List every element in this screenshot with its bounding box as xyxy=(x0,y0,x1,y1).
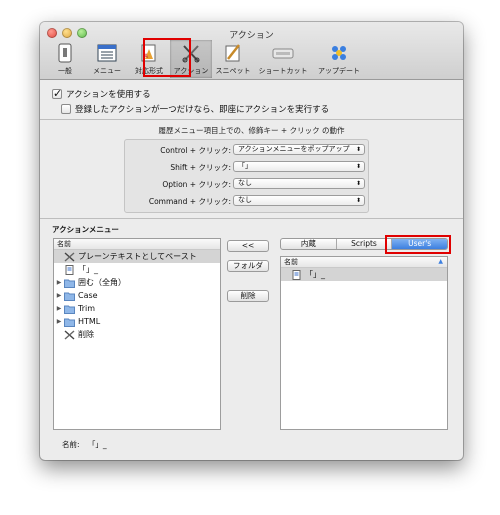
document-icon xyxy=(292,269,301,280)
popup-arrows-icon: ⬍ xyxy=(355,163,361,170)
list-item-label: 削除 xyxy=(78,330,94,339)
list-item-label: HTML xyxy=(78,317,101,326)
option-click-label: Option + クリック: xyxy=(162,180,231,189)
toolbar-item-update[interactable]: アップデート xyxy=(312,40,366,78)
list-item-label: 囲む（全角） xyxy=(78,278,126,287)
list-item[interactable]: ▶ 囲む（全角） xyxy=(54,276,220,289)
shift-click-popup[interactable]: 「」 ⬍ xyxy=(233,161,365,172)
toolbar-item-menu[interactable]: メニュー xyxy=(86,40,128,78)
name-value: 「」_ xyxy=(87,440,107,449)
toolbar-item-label: アクション xyxy=(173,67,209,75)
disclosure-triangle-icon[interactable]: ▶ xyxy=(54,318,64,325)
use-actions-checkbox[interactable] xyxy=(52,87,62,100)
list-item-label: Trim xyxy=(78,304,96,313)
execute-single-label: 登録したアクションが一つだけなら、即座にアクションを実行する xyxy=(75,105,330,115)
list-item-label: 「」_ xyxy=(305,270,325,279)
popup-value: アクションメニューをポップアップ xyxy=(238,145,350,153)
control-click-row: Control + クリック: アクションメニューをポップアップ ⬍ xyxy=(125,144,368,156)
snippets-icon xyxy=(225,44,240,62)
menu-icon xyxy=(97,44,117,62)
toolbar-item-label: アップデート xyxy=(318,67,360,75)
move-left-button[interactable]: << xyxy=(227,240,269,252)
shift-click-row: Shift + クリック: 「」 ⬍ xyxy=(125,161,368,173)
user-action-list[interactable]: 名前 ▲ 「」_ xyxy=(280,256,448,430)
command-click-popup[interactable]: なし ⬍ xyxy=(233,195,365,206)
toolbar-item-general[interactable]: 一般 xyxy=(44,40,86,78)
general-icon xyxy=(58,43,72,63)
source-segmented-control[interactable]: 内蔵 Scripts User's xyxy=(280,238,448,250)
action-source-list[interactable]: 名前 プレーンテキストとしてペースト 「」_ ▶ 囲む（全角） ▶ Case ▶… xyxy=(53,238,221,430)
preferences-window: アクション 一般 メニュー A 対応形式 アクション スニペット ショートカット… xyxy=(40,22,463,460)
list-item-label: 「」_ xyxy=(78,265,98,274)
control-click-label: Control + クリック: xyxy=(160,146,231,155)
divider xyxy=(40,119,463,120)
use-actions-label: アクションを使用する xyxy=(66,90,151,100)
list-item[interactable]: 「」_ xyxy=(281,268,447,281)
list-item[interactable]: ▶ Trim xyxy=(54,302,220,315)
toolbar-item-label: スニペット xyxy=(215,67,251,75)
update-icon xyxy=(332,46,346,60)
name-row: 名前: 「」_ xyxy=(62,439,107,450)
command-click-row: Command + クリック: なし ⬍ xyxy=(125,195,368,207)
divider xyxy=(40,218,463,219)
list-item[interactable]: 削除 xyxy=(54,328,220,341)
list-item-label: Case xyxy=(78,291,98,300)
toolbar-item-snippets[interactable]: スニペット xyxy=(212,40,254,78)
list-item[interactable]: 「」_ xyxy=(54,263,220,276)
segment-users[interactable]: User's xyxy=(392,239,447,249)
popup-arrows-icon: ⬍ xyxy=(355,146,361,153)
control-click-popup[interactable]: アクションメニューをポップアップ ⬍ xyxy=(233,144,365,155)
popup-value: なし xyxy=(238,179,252,187)
popup-value: なし xyxy=(238,196,252,204)
toolbar: 一般 メニュー A 対応形式 アクション スニペット ショートカット アップデー… xyxy=(44,40,366,78)
toolbar-item-label: ショートカット xyxy=(258,67,308,75)
execute-single-option[interactable]: 登録したアクションが一つだけなら、即座にアクションを実行する xyxy=(61,103,329,115)
toolbar-item-label: 一般 xyxy=(58,67,72,75)
use-actions-option[interactable]: アクションを使用する xyxy=(52,87,151,100)
segment-builtin[interactable]: 内蔵 xyxy=(281,239,337,249)
disclosure-triangle-icon[interactable]: ▶ xyxy=(54,305,64,312)
actions-icon xyxy=(182,45,200,63)
option-click-popup[interactable]: なし ⬍ xyxy=(233,178,365,189)
execute-single-checkbox[interactable] xyxy=(61,104,71,114)
folder-icon xyxy=(64,292,75,301)
modifiers-title: 履歴メニュー項目上での、修飾キー + クリック の動作 xyxy=(158,126,345,135)
folder-icon xyxy=(64,279,75,288)
popup-value: 「」 xyxy=(238,162,252,170)
segment-scripts[interactable]: Scripts xyxy=(337,239,393,249)
command-click-label: Command + クリック: xyxy=(148,197,231,206)
popup-arrows-icon: ⬍ xyxy=(355,180,361,187)
title-bar: アクション 一般 メニュー A 対応形式 アクション スニペット ショートカット… xyxy=(40,22,463,80)
modifier-click-group: Control + クリック: アクションメニューをポップアップ ⬍ Shift … xyxy=(124,139,369,213)
toolbar-item-label: メニュー xyxy=(93,67,121,75)
scissors-icon xyxy=(64,329,75,340)
name-label: 名前: xyxy=(62,440,80,449)
folder-icon xyxy=(64,318,75,327)
disclosure-triangle-icon[interactable]: ▶ xyxy=(54,279,64,286)
list-item[interactable]: プレーンテキストとしてペースト xyxy=(54,250,220,263)
delete-button[interactable]: 削除 xyxy=(227,290,269,302)
list-item[interactable]: ▶ HTML xyxy=(54,315,220,328)
toolbar-item-formats[interactable]: A 対応形式 xyxy=(128,40,170,78)
list-header-name[interactable]: 名前 xyxy=(54,239,220,250)
toolbar-item-actions[interactable]: アクション xyxy=(170,40,212,78)
folder-button[interactable]: フォルダ xyxy=(227,260,269,272)
list-item[interactable]: ▶ Case xyxy=(54,289,220,302)
sort-ascending-icon: ▲ xyxy=(438,258,443,265)
document-icon xyxy=(65,264,74,275)
disclosure-triangle-icon[interactable]: ▶ xyxy=(54,292,64,299)
toolbar-item-label: 対応形式 xyxy=(135,67,163,75)
shift-click-label: Shift + クリック: xyxy=(170,163,231,172)
list-header-name[interactable]: 名前 ▲ xyxy=(281,257,447,268)
action-menu-title: アクションメニュー xyxy=(52,225,119,234)
list-header-label: 名前 xyxy=(284,258,298,266)
toolbar-item-shortcut[interactable]: ショートカット xyxy=(254,40,312,78)
option-click-row: Option + クリック: なし ⬍ xyxy=(125,178,368,190)
list-item-label: プレーンテキストとしてペースト xyxy=(78,252,197,261)
formats-icon: A xyxy=(141,44,156,62)
shortcut-icon xyxy=(272,48,294,59)
scissors-icon xyxy=(64,251,75,262)
popup-arrows-icon: ⬍ xyxy=(355,197,361,204)
folder-icon xyxy=(64,305,75,314)
